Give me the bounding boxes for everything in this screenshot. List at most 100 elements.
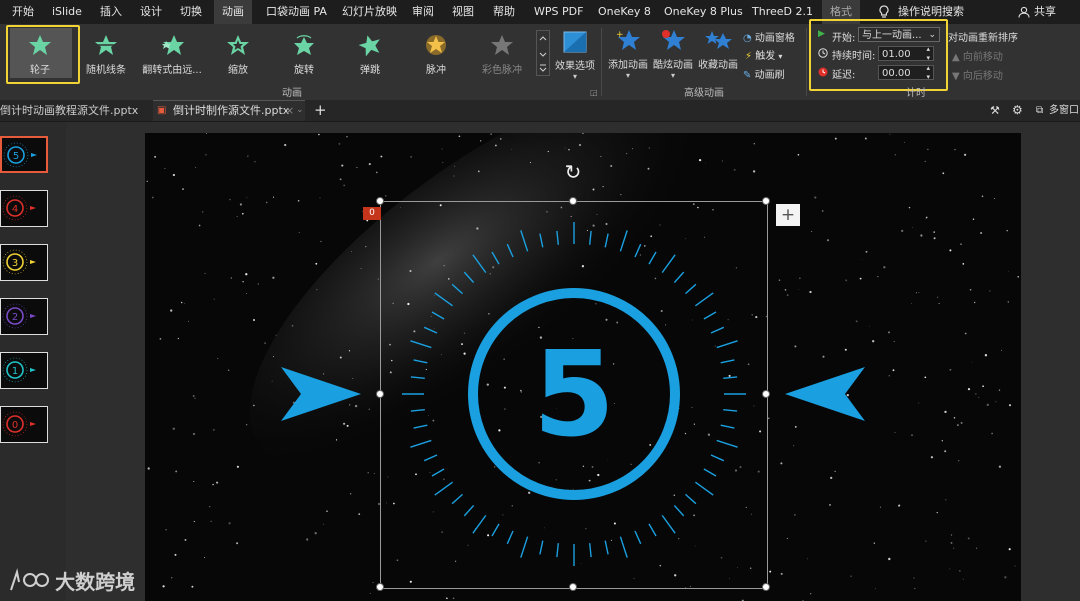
add-animation-button[interactable]: + 添加动画 ▾ [606,28,650,84]
star [769,570,772,573]
slide-thumbnail[interactable]: 1 [0,352,48,389]
trigger-button[interactable]: ⚡ 触发 ▾ [745,47,782,62]
star [620,194,622,196]
chevron-down-icon[interactable]: ⌄ [296,100,304,121]
painter-icon: ✎ [743,70,752,81]
anim-label: 彩色脉冲 [482,65,522,76]
star [236,465,239,468]
star [986,403,989,407]
doc-tab-2[interactable]: 倒计时制作源文件.pptx [173,100,289,121]
multiwindow-button[interactable]: 多窗口 [1049,100,1079,121]
star [205,154,207,156]
star [564,147,566,149]
resize-handle[interactable] [376,197,384,205]
star [829,504,831,506]
resize-handle[interactable] [376,390,384,398]
star [230,277,232,279]
cool-animation-button[interactable]: 酷炫动画 ▾ [652,28,694,84]
effect-options-button[interactable]: 效果选项 ▾ [552,28,598,81]
star [188,320,189,322]
menu-wps-pdf[interactable]: WPS PDF [534,0,583,24]
menu-review[interactable]: 审阅 [412,0,434,24]
anim-pulse-button[interactable]: 脉冲 [404,30,468,76]
spinner-icon[interactable]: ▴ ▾ [926,64,930,82]
thumbnail-preview: 5 [3,142,37,168]
star [246,197,248,199]
resize-handle[interactable] [762,583,770,591]
doc-tab-1[interactable]: 倒计时动画教程源文件.pptx [0,100,138,121]
collect-animation-button[interactable]: 收藏动画 [696,28,740,84]
menu-slideshow[interactable]: 幻灯片放映 [342,0,397,24]
slide-thumbnail[interactable]: 5 [0,136,48,173]
start-select[interactable]: 与上一动画... ⌄ [858,27,940,42]
menu-pocket-animation[interactable]: 口袋动画 PA [266,0,327,24]
menu-islide[interactable]: iSlide [52,0,82,24]
dialog-launcher-icon[interactable]: ◲ [590,88,598,97]
delay-input[interactable]: 00.00 ▴ ▾ [878,64,934,82]
menu-design[interactable]: 设计 [140,0,162,24]
animation-pane-button[interactable]: ◔ 动画窗格 [743,29,795,44]
collect-stars-icon [705,31,732,49]
star [339,178,342,181]
menu-insert[interactable]: 插入 [100,0,122,24]
slide-thumbnail[interactable]: 0 [0,406,48,443]
move-later-label: 向后移动 [962,71,1003,82]
selection-box[interactable] [380,201,768,589]
add-animation-label: 添加动画 [608,60,648,71]
anim-random-bars-button[interactable]: 随机线条 [74,30,138,76]
star [971,361,973,363]
anim-wheel-button[interactable]: 轮子 [8,30,72,76]
anim-zoom-button[interactable]: 缩放 [206,30,270,76]
menu-animation[interactable]: 动画 [214,0,252,24]
rotate-handle-icon[interactable]: ↻ [561,160,585,184]
resize-handle[interactable] [569,583,577,591]
menu-threed[interactable]: ThreeD 2.1 [752,0,813,24]
tools-icon[interactable]: ⚒ [990,100,1000,121]
star [962,263,965,265]
star [529,162,532,164]
menu-onekey8-plus[interactable]: OneKey 8 Plus [664,0,743,24]
resize-handle[interactable] [762,197,770,205]
gear-icon[interactable]: ⚙ [1012,100,1023,121]
anim-bounce-button[interactable]: 弹跳 [338,30,402,76]
anim-spin-button[interactable]: 旋转 [272,30,336,76]
slide-thumbnail[interactable]: 4 [0,190,48,227]
slide[interactable]: 5 ↻ 0 + [145,133,1021,601]
star [865,250,868,253]
spinner-icon[interactable]: ▴ ▾ [926,45,930,63]
resize-handle[interactable] [569,197,577,205]
gallery-scroll[interactable] [536,30,550,76]
star [975,393,977,395]
star [904,141,905,143]
star [631,148,634,150]
resize-handle[interactable] [376,583,384,591]
star [807,558,809,560]
star [1014,565,1016,567]
resize-handle[interactable] [762,390,770,398]
share-button[interactable]: 共享 [1034,0,1056,24]
star [949,568,951,570]
layout-plus-button[interactable]: + [776,204,800,226]
thumbnail-arrow [30,368,36,372]
move-later-button[interactable]: ▼ 向后移动 [952,67,1003,82]
menu-home[interactable]: 开始 [12,0,34,24]
anim-color-pulse-button[interactable]: 彩色脉冲 [470,30,534,76]
move-earlier-button[interactable]: ▲ 向前移动 [952,48,1003,63]
star [338,142,341,145]
star [216,481,219,484]
menu-transition[interactable]: 切换 [180,0,202,24]
lightning-icon: ⚡ [745,51,753,62]
duration-input[interactable]: 01.00 ▴ ▾ [878,45,934,63]
anim-flip-button[interactable]: 翻转式由远... [140,30,204,76]
slide-thumbnail[interactable]: 3 [0,244,48,281]
star [320,240,322,243]
close-icon[interactable]: × [285,100,294,121]
duration-value: 01.00 [882,49,911,60]
menu-view[interactable]: 视图 [452,0,474,24]
menu-onekey8[interactable]: OneKey 8 [598,0,651,24]
menu-help[interactable]: 帮助 [493,0,515,24]
slide-thumbnail[interactable]: 2 [0,298,48,335]
cool-animation-label: 酷炫动画 [653,60,693,71]
new-tab-button[interactable]: + [314,100,327,121]
animation-painter-button[interactable]: ✎ 动画刷 [743,66,785,81]
